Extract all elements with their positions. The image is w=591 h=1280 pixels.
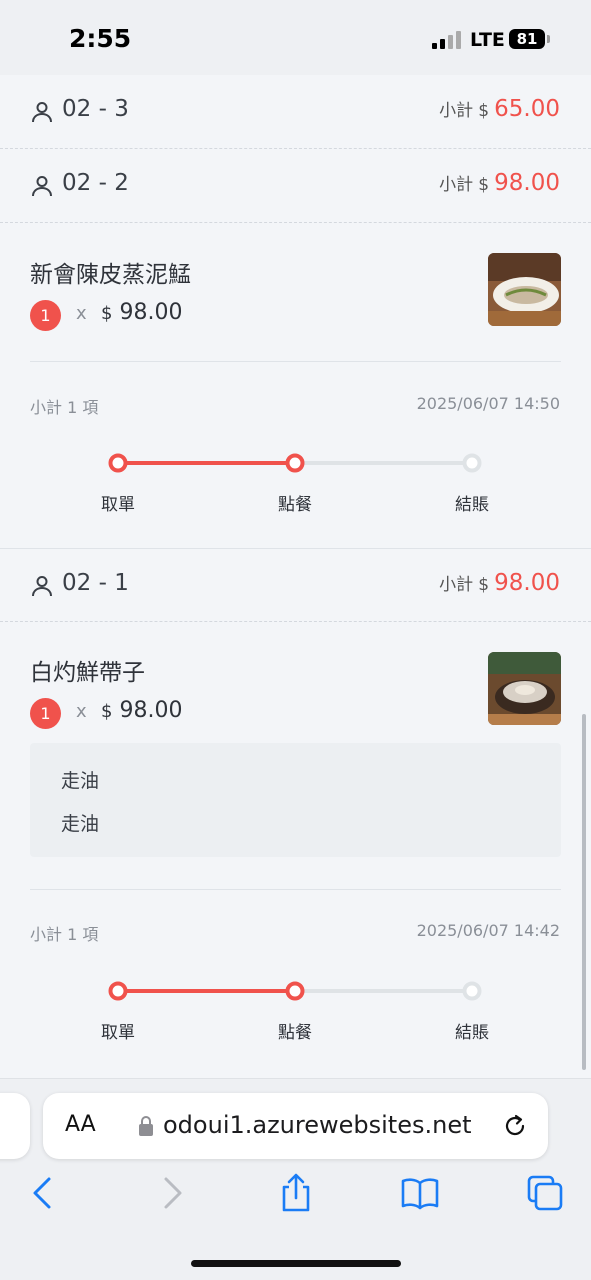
table-header-02-1[interactable]: 02 - 1 小計 $ 98.00 (0, 548, 591, 622)
price-value: 98.00 (119, 698, 183, 723)
order-timestamp: 2025/06/07 14:42 (416, 921, 560, 940)
table-label: 02 - 1 (62, 570, 129, 596)
subtotal-label: 小計 (439, 101, 474, 121)
person-icon (32, 576, 52, 597)
table-label: 02 - 3 (62, 96, 129, 122)
previous-tab-pill[interactable] (0, 1093, 30, 1159)
status-time: 2:55 (69, 24, 132, 53)
order-timestamp: 2025/06/07 14:50 (416, 394, 560, 413)
quantity-separator: x (76, 701, 87, 722)
step-label-pickup: 取單 (101, 495, 135, 515)
dish-thumbnail[interactable] (488, 652, 561, 725)
step-dot-2 (285, 981, 305, 1001)
divider (30, 361, 561, 362)
price-value: 98.00 (119, 300, 183, 325)
scrollbar[interactable] (582, 714, 586, 1070)
table-subtotal: 小計 $ 98.00 (439, 170, 560, 196)
person-icon (32, 176, 52, 197)
step-dot-3 (462, 453, 482, 473)
item-note: 走油 (61, 813, 100, 835)
step-dot-2 (285, 453, 305, 473)
status-bar: 2:55 LTE 81 (0, 0, 591, 75)
step-label-checkout: 結賬 (455, 495, 489, 515)
subtotal-label: 小計 (439, 175, 474, 195)
home-indicator[interactable] (191, 1260, 401, 1267)
reload-icon[interactable] (502, 1113, 528, 1139)
network-type: LTE (470, 29, 505, 51)
subtotal-amount: 98.00 (494, 170, 560, 196)
cellular-signal-icon (432, 31, 464, 49)
quantity-separator: x (76, 303, 87, 324)
tabs-icon[interactable] (525, 1173, 565, 1213)
bookmarks-icon[interactable] (400, 1173, 440, 1213)
order-progress: 取單 點餐 結賬 (0, 450, 591, 530)
item-count-summary: 小計 1 項 (30, 398, 99, 417)
step-dot-1 (108, 453, 128, 473)
currency-symbol: $ (478, 101, 490, 121)
step-label-ordering: 點餐 (278, 1023, 312, 1043)
step-label-checkout: 結賬 (455, 1023, 489, 1043)
progress-track (108, 453, 482, 473)
share-icon[interactable] (276, 1173, 316, 1213)
currency-symbol: $ (478, 175, 490, 195)
text-size-button[interactable]: AA (65, 1112, 96, 1137)
subtotal-label: 小計 (439, 575, 474, 595)
url-text[interactable]: odoui1.azurewebsites.net (163, 1111, 472, 1139)
order-card: 白灼鮮帶子 1 x $ 98.00 走油 走油 小計 1 項 2025/06/0… (0, 622, 591, 1078)
step-label-ordering: 點餐 (278, 495, 312, 515)
quantity-badge: 1 (30, 300, 61, 331)
dish-name[interactable]: 白灼鮮帶子 (30, 653, 145, 687)
dish-thumbnail[interactable] (488, 253, 561, 326)
subtotal-amount: 98.00 (494, 570, 560, 596)
item-price: $ 98.00 (101, 300, 182, 325)
dish-photo-steamed-fish (488, 253, 561, 326)
subtotal-amount: 65.00 (494, 96, 560, 122)
currency-symbol: $ (101, 701, 113, 722)
item-notes-box: 走油 走油 (30, 743, 561, 857)
person-icon (32, 102, 52, 123)
battery-icon: 81 (509, 29, 545, 49)
table-label: 02 - 2 (62, 170, 129, 196)
address-bar[interactable]: AA odoui1.azurewebsites.net (43, 1093, 548, 1159)
quantity-badge: 1 (30, 698, 61, 729)
dish-name[interactable]: 新會陳皮蒸泥鯭 (30, 255, 191, 289)
step-label-pickup: 取單 (101, 1023, 135, 1043)
order-card: 新會陳皮蒸泥鯭 1 x $ 98.00 小計 1 項 2025/06/07 14… (0, 223, 591, 548)
step-dot-3 (462, 981, 482, 1001)
table-header-02-2[interactable]: 02 - 2 小計 $ 98.00 (0, 149, 591, 223)
step-dot-1 (108, 981, 128, 1001)
item-price: $ 98.00 (101, 698, 182, 723)
order-progress: 取單 點餐 結賬 (0, 978, 591, 1058)
currency-symbol: $ (478, 575, 490, 595)
back-icon[interactable] (23, 1173, 63, 1213)
divider (30, 889, 561, 890)
browser-bar: AA odoui1.azurewebsites.net (0, 1078, 591, 1280)
item-note: 走油 (61, 770, 100, 792)
dish-photo-scallop (488, 652, 561, 725)
forward-icon[interactable] (152, 1173, 192, 1213)
table-subtotal: 小計 $ 98.00 (439, 570, 560, 596)
currency-symbol: $ (101, 303, 113, 324)
item-count-summary: 小計 1 項 (30, 925, 99, 944)
table-subtotal: 小計 $ 65.00 (439, 96, 560, 122)
progress-track (108, 981, 482, 1001)
table-header-02-3[interactable]: 02 - 3 小計 $ 65.00 (0, 75, 591, 149)
lock-icon (139, 1116, 153, 1136)
battery-tip (547, 35, 550, 43)
